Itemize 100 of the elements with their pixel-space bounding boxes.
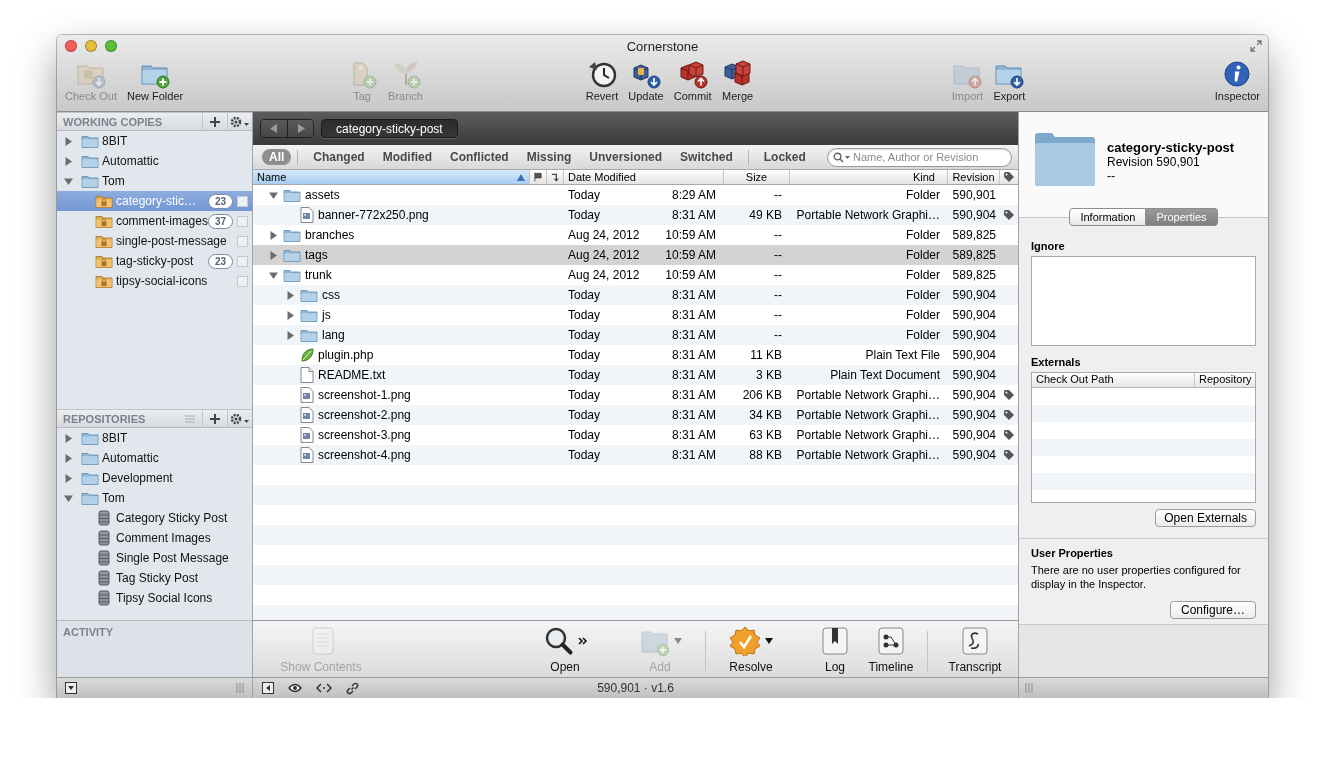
minimize-button[interactable] xyxy=(85,40,97,52)
disclosure-triangle[interactable] xyxy=(64,176,73,186)
sidebar-item[interactable]: Comment Images xyxy=(57,528,252,548)
column-header[interactable]: Check Out Path xyxy=(1032,373,1194,387)
toolbar-button[interactable]: New Folder xyxy=(124,59,186,102)
disclosure-triangle[interactable] xyxy=(268,270,278,280)
disclosure-triangle[interactable] xyxy=(268,250,278,260)
disclosure-triangle[interactable] xyxy=(64,136,73,146)
disclosure-triangle[interactable] xyxy=(64,453,73,463)
tab[interactable]: Information xyxy=(1069,208,1147,226)
header-button[interactable] xyxy=(227,409,252,428)
disclosure-triangle[interactable] xyxy=(285,310,295,320)
sidebar-item[interactable]: tipsy-social-icons xyxy=(57,271,252,291)
item-label: Tag Sticky Post xyxy=(116,571,200,585)
info-text: There are no user properties configured for display in the Inspector. xyxy=(1031,563,1242,591)
filter-tab[interactable]: Unversioned xyxy=(580,149,672,165)
sidebar-item[interactable]: Tag Sticky Post xyxy=(57,568,252,588)
toolbar-button[interactable]: Update xyxy=(626,59,666,102)
sidebar-item[interactable]: Tom xyxy=(57,488,252,508)
toolbar-button[interactable]: Commit xyxy=(671,59,714,102)
disclosure-triangle[interactable] xyxy=(64,433,73,443)
file-row[interactable]: screenshot-3.png Today 8:31 AM 63 KB Portable Network Graphi… 590,904 xyxy=(253,425,1018,445)
checkbox[interactable] xyxy=(237,195,248,207)
modified-time: 10:59 AM xyxy=(664,248,717,262)
file-row[interactable]: lang Today 8:31 AM -- Folder 590,904 xyxy=(253,325,1018,345)
action-button[interactable]: Timeline xyxy=(863,625,919,674)
locked-folder-icon xyxy=(95,273,113,289)
forward-button[interactable] xyxy=(287,120,313,137)
file-row[interactable]: banner-772x250.png Today 8:31 AM 49 KB Portable Network Graphi… 590,904 xyxy=(253,205,1018,225)
checkbox[interactable] xyxy=(237,275,248,287)
configure-button[interactable]: Configure… xyxy=(1169,601,1256,619)
search-field[interactable]: Name, Author or Revision xyxy=(827,147,1012,167)
toolbar-button[interactable]: Merge xyxy=(719,59,756,102)
sidebar-item[interactable]: Tipsy Social Icons xyxy=(57,588,252,608)
sidebar-item[interactable]: single-post-message xyxy=(57,231,252,251)
disclosure-triangle[interactable] xyxy=(285,290,295,300)
zoom-button[interactable] xyxy=(105,40,117,52)
checkbox[interactable] xyxy=(237,235,248,247)
filter-tab[interactable]: Missing xyxy=(517,149,581,165)
disclosure-triangle[interactable] xyxy=(64,493,73,503)
filter-tab[interactable]: Changed xyxy=(304,149,374,165)
timeline-icon xyxy=(875,626,907,656)
file-name: lang xyxy=(322,328,345,342)
sidebar-item[interactable]: Development xyxy=(57,468,252,488)
file-row[interactable]: js Today 8:31 AM -- Folder 590,904 xyxy=(253,305,1018,325)
disclosure-triangle[interactable] xyxy=(268,230,278,240)
column-header[interactable]: Repository xyxy=(1194,373,1255,387)
action-button[interactable]: Log xyxy=(807,625,863,674)
file-row[interactable]: README.txt Today 8:31 AM 3 KB Plain Text Document 590,904 xyxy=(253,365,1018,385)
file-row[interactable]: screenshot-1.png Today 8:31 AM 206 KB Portable Network Graphi… 590,904 xyxy=(253,385,1018,405)
file-row[interactable]: assets Today 8:29 AM -- Folder 590,901 xyxy=(253,185,1018,205)
disclosure-triangle[interactable] xyxy=(285,330,295,340)
column-header[interactable]: Kind xyxy=(794,171,943,183)
toolbar-button[interactable]: Revert xyxy=(583,59,621,102)
file-row[interactable]: screenshot-2.png Today 8:31 AM 34 KB Portable Network Graphi… 590,904 xyxy=(253,405,1018,425)
filter-tab[interactable]: Modified xyxy=(373,149,441,165)
disclosure-triangle[interactable] xyxy=(64,473,73,483)
filter-tab[interactable]: Locked xyxy=(754,149,815,165)
column-header[interactable]: Size xyxy=(728,171,785,183)
file-row[interactable]: screenshot-4.png Today 8:31 AM 88 KB Portable Network Graphi… 590,904 xyxy=(253,445,1018,465)
sidebar-item[interactable]: tag-sticky-post 23 xyxy=(57,251,252,271)
toolbar-button[interactable]: Export xyxy=(991,59,1028,102)
action-button[interactable]: Transcript xyxy=(935,625,1015,674)
file-row[interactable]: css Today 8:31 AM -- Folder 590,904 xyxy=(253,285,1018,305)
column-header[interactable]: Date Modified xyxy=(568,171,719,183)
toolbar-button[interactable]: Inspector xyxy=(1212,59,1262,102)
checkbox[interactable] xyxy=(237,255,248,267)
header-button[interactable] xyxy=(227,112,252,131)
sidebar-item[interactable]: Single Post Message xyxy=(57,548,252,568)
ignore-text-area[interactable] xyxy=(1031,256,1256,346)
sidebar-item[interactable]: Category Sticky Post xyxy=(57,508,252,528)
sidebar-item[interactable]: 8BIT xyxy=(57,131,252,151)
badge-check-icon xyxy=(729,626,761,656)
filter-tab[interactable]: Conflicted xyxy=(441,149,518,165)
disclosure-triangle[interactable] xyxy=(64,156,73,166)
file-row[interactable]: branches Aug 24, 2012 10:59 AM -- Folder 589,825 xyxy=(253,225,1018,245)
close-button[interactable] xyxy=(65,40,77,52)
sidebar-item[interactable]: Tom xyxy=(57,171,252,191)
path-crumb[interactable]: category-sticky-post xyxy=(321,119,458,138)
modified-date: Today xyxy=(567,328,602,342)
open-externals-button[interactable]: Open Externals xyxy=(1155,509,1256,527)
fullscreen-icon xyxy=(1250,40,1262,52)
column-header[interactable]: Revision xyxy=(952,171,995,183)
filter-tab[interactable]: Switched xyxy=(671,149,742,165)
checkbox[interactable] xyxy=(237,215,248,227)
file-row[interactable]: trunk Aug 24, 2012 10:59 AM -- Folder 589,825 xyxy=(253,265,1018,285)
sidebar-item[interactable]: category-stic… 23 xyxy=(57,191,252,211)
action-button[interactable]: Open xyxy=(525,625,605,674)
tag-icon xyxy=(1004,172,1014,182)
back-button[interactable] xyxy=(261,120,287,137)
file-name: screenshot-3.png xyxy=(318,428,411,442)
sidebar-item[interactable]: Automattic xyxy=(57,448,252,468)
file-row[interactable]: plugin.php Today 8:31 AM 11 KB Plain Text File 590,904 xyxy=(253,345,1018,365)
sidebar-item[interactable]: Automattic xyxy=(57,151,252,171)
sidebar-item[interactable]: comment-images 37 xyxy=(57,211,252,231)
resize-grip-icon xyxy=(1025,683,1033,693)
action-button[interactable]: Resolve xyxy=(711,625,791,674)
disclosure-triangle[interactable] xyxy=(268,190,278,200)
sidebar-item[interactable]: 8BIT xyxy=(57,428,252,448)
file-row[interactable]: tags Aug 24, 2012 10:59 AM -- Folder 589,825 xyxy=(253,245,1018,265)
